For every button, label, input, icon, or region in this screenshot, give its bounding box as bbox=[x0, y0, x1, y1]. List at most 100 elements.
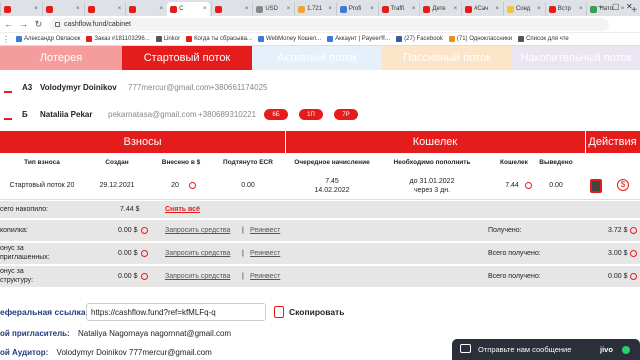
clock-icon[interactable] bbox=[189, 182, 196, 189]
tab-strip: × × × × C × × USD × 1.721 × Profi × Traffi × Дете × #Сач ×… bbox=[0, 0, 640, 16]
badge-b[interactable]: 6Б bbox=[264, 109, 288, 120]
referral-link-input[interactable] bbox=[86, 303, 266, 321]
browser-tab[interactable]: Нато × bbox=[586, 2, 627, 16]
nav-tab[interactable]: Активный поток bbox=[252, 46, 382, 70]
tab-close-icon[interactable]: × bbox=[287, 6, 291, 12]
browser-tab[interactable]: Profi × bbox=[335, 2, 377, 16]
tab-close-icon[interactable]: × bbox=[579, 6, 583, 12]
referral-row: еферальная ссылка Скопировать bbox=[0, 302, 640, 322]
clock-icon[interactable] bbox=[630, 250, 637, 257]
user-email: pekarnatasa@gmail.com bbox=[108, 110, 197, 119]
tab-close-icon[interactable]: × bbox=[245, 6, 249, 12]
chat-label: Отправьте нам сообщение bbox=[478, 345, 572, 354]
close-window-icon[interactable]: ✕ bbox=[626, 2, 633, 11]
back-icon[interactable]: ← bbox=[4, 19, 13, 29]
tab-favicon-icon bbox=[298, 5, 306, 13]
request-funds-link[interactable]: Запросить средства bbox=[165, 273, 230, 280]
col-deposited: Внесено в $ bbox=[161, 159, 201, 166]
browser-tab[interactable]: #Сач × bbox=[461, 2, 502, 16]
dollar-icon[interactable]: $ bbox=[617, 179, 629, 191]
bookmark-item[interactable]: WebMoney Кошел... bbox=[257, 36, 322, 42]
accumulated-value: 7.44 $ bbox=[120, 206, 140, 213]
bookmark-label: Александр Овласюк bbox=[24, 36, 81, 42]
reinvest-link[interactable]: Реинвест bbox=[250, 227, 280, 234]
chat-widget[interactable]: Отправьте нам сообщение jivo bbox=[452, 339, 640, 360]
tab-close-icon[interactable]: × bbox=[160, 6, 164, 12]
browser-tab[interactable]: Соед × bbox=[502, 2, 544, 16]
reinvest-link[interactable]: Реинвест bbox=[250, 250, 280, 257]
nav-tab[interactable]: Накопительный поток bbox=[512, 46, 640, 70]
bookmark-item[interactable]: Список для чте bbox=[518, 36, 569, 42]
bookmark-item[interactable]: Заказ #181103296... bbox=[86, 36, 150, 42]
chat-icon bbox=[460, 344, 471, 353]
browser-tab[interactable]: × bbox=[41, 2, 83, 16]
row-type: Стартовый поток 20 bbox=[9, 182, 75, 189]
bookmark-item[interactable]: (27) Facebook bbox=[396, 36, 443, 42]
tab-close-icon[interactable]: × bbox=[412, 6, 416, 12]
user-level: А3 bbox=[22, 83, 33, 92]
tab-favicon-icon bbox=[339, 5, 347, 13]
tab-close-icon[interactable]: × bbox=[203, 6, 207, 12]
col-next-accrual: Очередное начисление bbox=[294, 159, 370, 166]
deposits-title: Взносы bbox=[123, 136, 162, 148]
badge-r[interactable]: 7Р bbox=[334, 109, 358, 120]
url-input[interactable]: cashflow.fund/cabinet bbox=[49, 17, 609, 31]
browser-tab[interactable]: × bbox=[125, 2, 166, 16]
reload-icon[interactable]: ↻ bbox=[34, 19, 43, 30]
inviter-label: ой пригласитель: bbox=[0, 329, 70, 338]
nav-tab[interactable]: Стартовый поток bbox=[122, 46, 252, 70]
tab-close-icon[interactable]: × bbox=[454, 6, 458, 12]
tab-close-icon[interactable]: × bbox=[621, 6, 625, 12]
user-icon bbox=[4, 110, 12, 120]
forward-icon[interactable]: → bbox=[19, 19, 28, 29]
apps-icon[interactable]: ⋮ bbox=[2, 35, 10, 44]
tab-close-icon[interactable]: × bbox=[495, 6, 499, 12]
bookmark-item[interactable]: (71) Одноклассники bbox=[448, 36, 512, 42]
clock-icon[interactable] bbox=[630, 273, 637, 280]
browser-tab[interactable]: × bbox=[83, 2, 125, 16]
reinvest-link[interactable]: Реинвест bbox=[250, 273, 280, 280]
nav-tab[interactable]: Пассивный поток bbox=[382, 46, 512, 70]
copy-button[interactable]: Скопировать bbox=[289, 307, 344, 317]
browser-tab[interactable]: USD × bbox=[252, 2, 293, 16]
withdraw-all-link[interactable]: Снять всё bbox=[165, 206, 200, 213]
badge-p[interactable]: 1П bbox=[299, 109, 323, 120]
bookmark-item[interactable]: Аккаунт | Payeer®... bbox=[327, 36, 390, 42]
row-ecr: 0.00 bbox=[241, 182, 255, 189]
bookmark-item[interactable]: Александр Овласюк bbox=[16, 36, 80, 42]
maximize-icon[interactable]: ▢ bbox=[612, 2, 620, 11]
nav-tab[interactable]: Лотерея bbox=[0, 46, 122, 70]
tab-close-icon[interactable]: × bbox=[118, 6, 122, 12]
inviter-row: Б Nataliia Pekar pekarnatasa@gmail.com +… bbox=[0, 107, 640, 123]
clock-icon[interactable] bbox=[141, 250, 148, 257]
browser-tab[interactable]: × bbox=[0, 2, 41, 16]
coins-icon[interactable] bbox=[590, 179, 602, 193]
tab-close-icon[interactable]: × bbox=[537, 6, 541, 12]
browser-tab[interactable]: Traffi × bbox=[377, 2, 419, 16]
request-funds-link[interactable]: Запросить средства bbox=[165, 227, 230, 234]
minimize-icon[interactable]: – bbox=[598, 2, 602, 11]
online-status-icon bbox=[622, 346, 630, 354]
copy-icon[interactable] bbox=[274, 306, 284, 318]
bookmark-label: Аккаунт | Payeer®... bbox=[335, 36, 391, 42]
bookmark-item[interactable]: Когда ты сбрасыва... bbox=[186, 36, 252, 42]
browser-tab[interactable]: 1.721 × bbox=[294, 2, 335, 16]
tab-close-icon[interactable]: × bbox=[370, 6, 374, 12]
request-funds-link[interactable]: Запросить средства bbox=[165, 250, 230, 257]
tab-close-icon[interactable]: × bbox=[34, 6, 38, 12]
browser-tab[interactable]: × bbox=[210, 2, 252, 16]
clock-icon[interactable] bbox=[141, 227, 148, 234]
clock-icon[interactable] bbox=[525, 182, 532, 189]
clock-icon[interactable] bbox=[141, 273, 148, 280]
clock-icon[interactable] bbox=[630, 227, 637, 234]
bookmark-label: WebMoney Кошел... bbox=[265, 36, 322, 42]
tab-close-icon[interactable]: × bbox=[328, 6, 332, 12]
browser-tab[interactable]: Встр × bbox=[544, 2, 586, 16]
tab-favicon-icon bbox=[256, 5, 264, 13]
browser-tab[interactable]: C × bbox=[167, 2, 210, 16]
bookmark-item[interactable]: Linkor bbox=[155, 36, 180, 42]
tab-close-icon[interactable]: × bbox=[76, 6, 80, 12]
tab-favicon-icon bbox=[170, 5, 178, 13]
browser-tab[interactable]: Дете × bbox=[419, 2, 460, 16]
tab-label: C bbox=[179, 6, 184, 12]
